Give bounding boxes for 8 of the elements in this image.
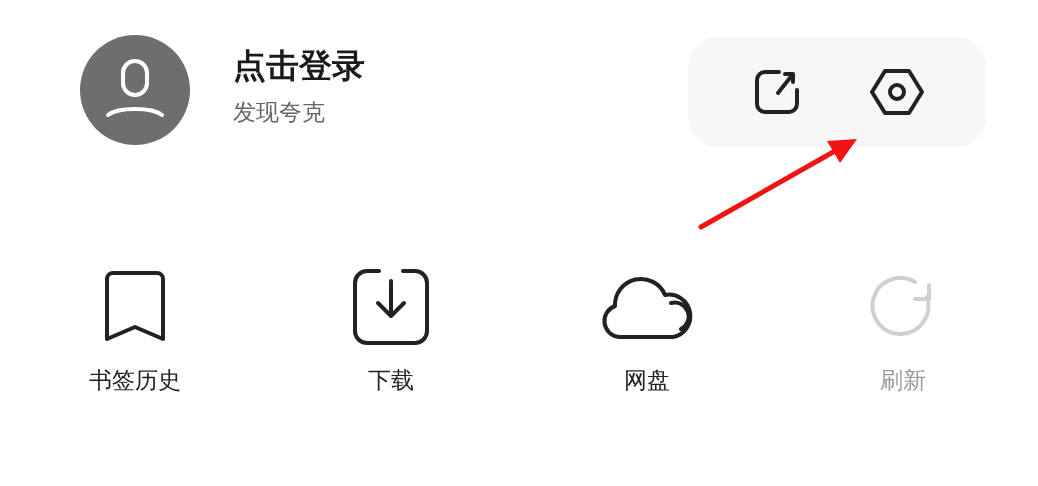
subtitle: 发现夸克 [233,98,326,127]
login-title[interactable]: 点击登录 [233,44,365,89]
download-icon [351,267,431,347]
menu-item[interactable]: 网盘 [519,267,775,396]
avatar[interactable] [80,35,190,145]
settings-icon [869,66,925,118]
menu-item[interactable]: 下载 [263,267,519,396]
menu-item[interactable]: 书签历史 [7,267,263,396]
